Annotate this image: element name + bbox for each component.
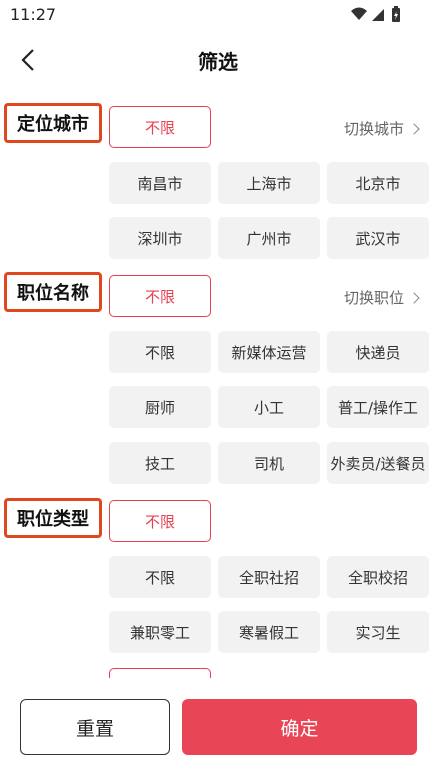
- status-bar: 11:27: [0, 0, 436, 30]
- chip-type-option[interactable]: 寒暑假工: [218, 611, 320, 653]
- section-label-position: 职位名称: [4, 272, 102, 312]
- chip-type-option[interactable]: 实习生: [327, 611, 429, 653]
- battery-icon: [392, 6, 400, 22]
- chip-position-option[interactable]: 普工/操作工: [327, 386, 429, 428]
- footer-actions: 重置 确定: [0, 690, 436, 775]
- section-label-city: 定位城市: [4, 103, 102, 143]
- switch-city-label: 切换城市: [343, 120, 404, 138]
- chip-city-unlimited[interactable]: 不限: [109, 106, 211, 148]
- chip-position-option[interactable]: 新媒体运营: [218, 331, 320, 373]
- chip-type-option[interactable]: 兼职零工: [109, 611, 211, 653]
- chip-position-option[interactable]: 厨师: [109, 386, 211, 428]
- chevron-right-icon: [408, 122, 420, 135]
- chip-city-option[interactable]: 武汉市: [327, 217, 429, 259]
- chip-position-option[interactable]: 快递员: [327, 331, 429, 373]
- reset-button[interactable]: 重置: [20, 699, 170, 755]
- chip-position-option[interactable]: 不限: [109, 331, 211, 373]
- status-time: 11:27: [10, 5, 57, 24]
- wifi-icon: [351, 7, 367, 20]
- chevron-right-icon: [408, 291, 420, 304]
- page-title: 筛选: [198, 50, 238, 74]
- chip-position-option[interactable]: 司机: [218, 442, 320, 484]
- nav-bar: 筛选: [0, 36, 436, 84]
- chip-city-option[interactable]: 南昌市: [109, 162, 211, 204]
- chip-type-option[interactable]: 全职社招: [218, 556, 320, 598]
- chip-type-option[interactable]: 全职校招: [327, 556, 429, 598]
- chip-position-option[interactable]: 技工: [109, 442, 211, 484]
- signal-icon: [372, 9, 384, 21]
- chip-position-unlimited[interactable]: 不限: [109, 275, 211, 317]
- chip-position-option[interactable]: 外卖员/送餐员: [327, 442, 429, 484]
- chip-partial-next[interactable]: [109, 668, 211, 678]
- switch-position-link[interactable]: 切换职位: [343, 287, 420, 308]
- status-icons: [350, 5, 406, 25]
- switch-city-link[interactable]: 切换城市: [343, 118, 420, 139]
- confirm-button[interactable]: 确定: [182, 699, 417, 755]
- section-label-type: 职位类型: [4, 498, 102, 538]
- filter-content[interactable]: 定位城市 不限 切换城市 南昌市 上海市 北京市 深圳市 广州市 武汉市 职位名…: [0, 96, 436, 678]
- chip-city-option[interactable]: 深圳市: [109, 217, 211, 259]
- switch-position-label: 切换职位: [343, 289, 404, 307]
- chip-position-option[interactable]: 小工: [218, 386, 320, 428]
- chip-type-unlimited[interactable]: 不限: [109, 500, 211, 542]
- chip-city-option[interactable]: 广州市: [218, 217, 320, 259]
- chip-city-option[interactable]: 北京市: [327, 162, 429, 204]
- chip-city-option[interactable]: 上海市: [218, 162, 320, 204]
- chip-type-option[interactable]: 不限: [109, 556, 211, 598]
